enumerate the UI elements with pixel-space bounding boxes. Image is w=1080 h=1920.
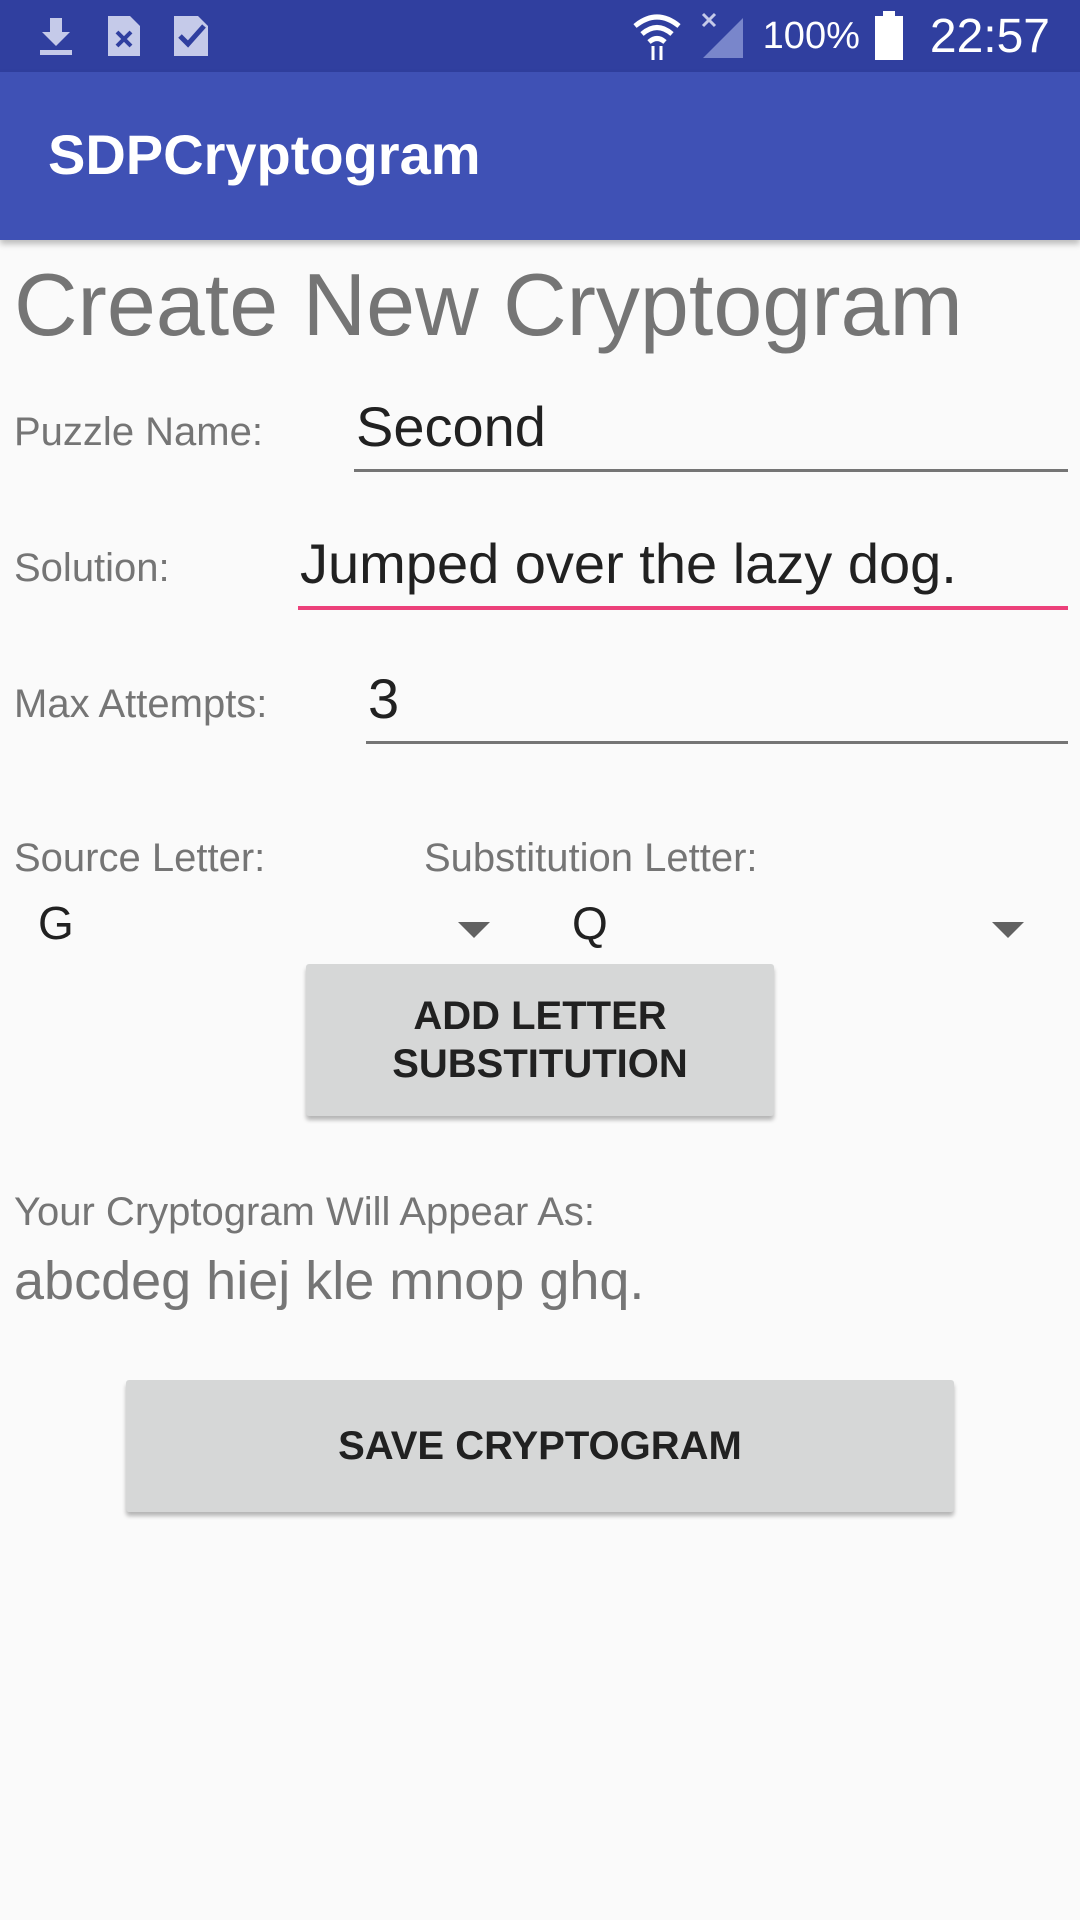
- wifi-icon: [631, 10, 683, 62]
- battery-icon: [874, 11, 904, 61]
- no-signal-icon: [697, 10, 749, 62]
- source-letter-label: Source Letter:: [14, 836, 266, 880]
- substitution-letter-value: Q: [572, 897, 608, 949]
- clock: 22:57: [929, 9, 1050, 63]
- substitution-letter-spinner[interactable]: Q: [572, 896, 1024, 966]
- status-left-icons: [36, 10, 212, 62]
- chevron-down-icon: [458, 922, 490, 938]
- max-attempts-label: Max Attempts:: [14, 682, 268, 726]
- max-attempts-input[interactable]: [366, 664, 1068, 744]
- save-cryptogram-button[interactable]: SAVE CRYPTOGRAM: [126, 1380, 954, 1512]
- solution-input[interactable]: [298, 528, 1068, 610]
- status-bar: 100% 22:57: [0, 0, 1080, 72]
- source-letter-spinner[interactable]: G: [38, 896, 490, 966]
- app-bar: SDPCryptogram: [0, 72, 1080, 240]
- preview-label: Your Cryptogram Will Appear As:: [14, 1190, 595, 1234]
- solution-label: Solution:: [14, 546, 170, 590]
- app-title: SDPCryptogram: [48, 123, 481, 186]
- page-title: Create New Cryptogram: [14, 255, 963, 354]
- chevron-down-icon: [992, 922, 1024, 938]
- file-x-icon: [106, 14, 142, 58]
- download-icon: [36, 14, 76, 58]
- status-right-icons: 100% 22:57: [631, 0, 1050, 72]
- preview-text: abcdeg hiej kle mnop ghq.: [14, 1251, 645, 1311]
- add-letter-substitution-button[interactable]: ADD LETTER SUBSTITUTION: [306, 964, 774, 1116]
- check-icon: [172, 14, 212, 58]
- source-letter-value: G: [38, 897, 74, 949]
- puzzle-name-input[interactable]: [354, 392, 1068, 472]
- battery-percent: 100%: [762, 14, 860, 57]
- puzzle-name-label: Puzzle Name:: [14, 410, 263, 454]
- substitution-letter-label: Substitution Letter:: [424, 836, 758, 880]
